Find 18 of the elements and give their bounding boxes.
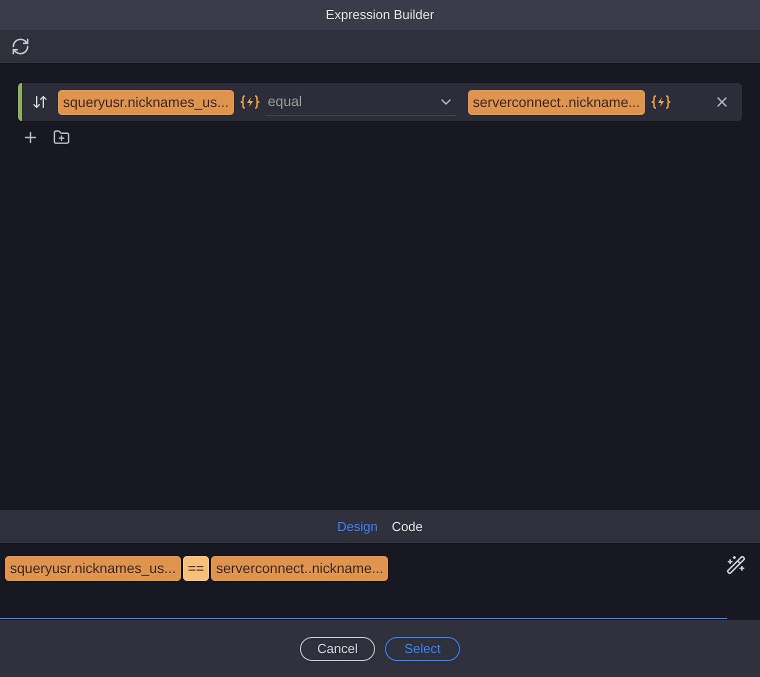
- operator-select[interactable]: equal: [266, 88, 456, 116]
- expression-token[interactable]: ==: [182, 556, 210, 581]
- window-title: Expression Builder: [326, 6, 434, 24]
- tab[interactable]: Code: [392, 516, 423, 536]
- add-icon[interactable]: [22, 129, 39, 146]
- swap-icon[interactable]: [32, 94, 48, 110]
- magic-wand-icon[interactable]: [726, 555, 746, 575]
- tab[interactable]: Design: [337, 516, 378, 536]
- dialog-button[interactable]: Select: [385, 636, 460, 660]
- expression-token[interactable]: squeryusr.nicknames_us...: [5, 556, 181, 581]
- dialog-button[interactable]: Cancel: [300, 636, 375, 660]
- dynamic-data-icon[interactable]: [651, 94, 672, 110]
- right-operand[interactable]: serverconnect..nickname...: [468, 90, 646, 114]
- expression-token[interactable]: serverconnect..nickname...: [211, 556, 388, 581]
- dynamic-data-icon[interactable]: [240, 94, 260, 110]
- left-operand[interactable]: squeryusr.nicknames_us...: [58, 90, 234, 114]
- refresh-icon[interactable]: [11, 37, 30, 56]
- add-group-icon[interactable]: [53, 129, 70, 146]
